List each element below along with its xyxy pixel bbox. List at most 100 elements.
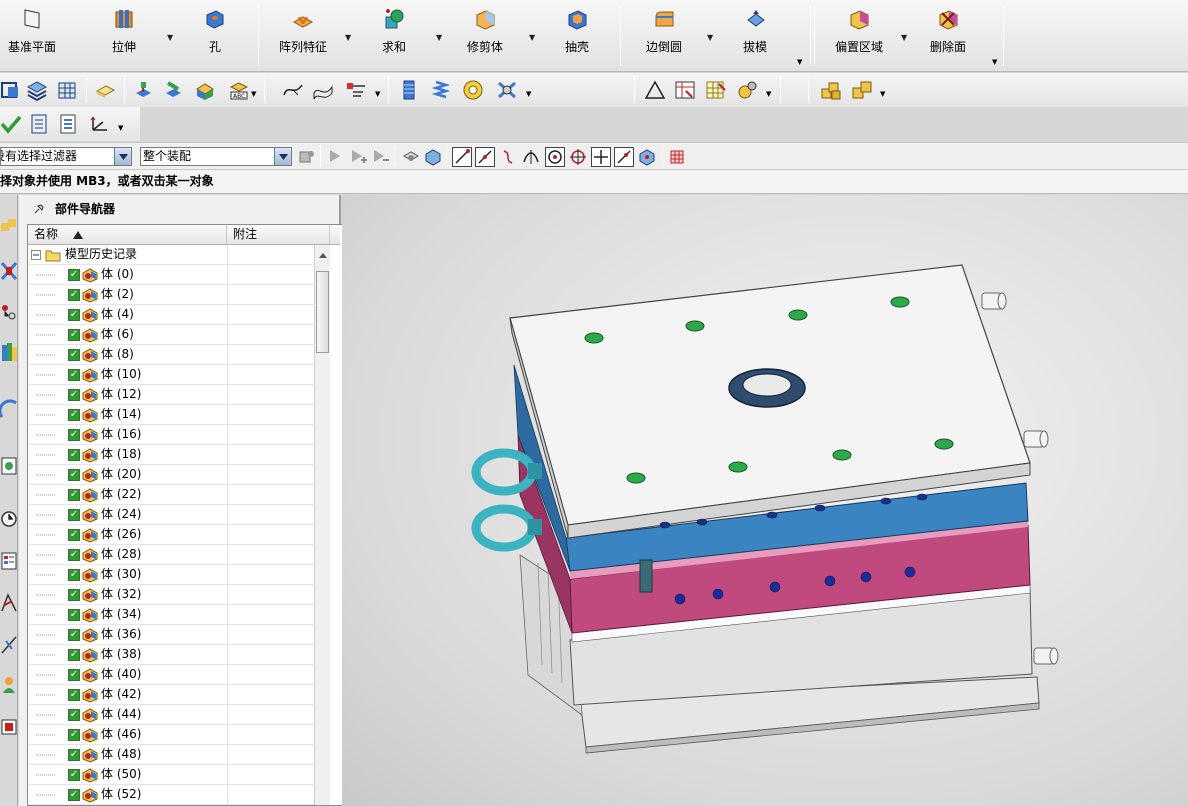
snap-endpoint-button[interactable] xyxy=(452,147,472,167)
replace-face-icon[interactable] xyxy=(162,79,184,101)
note-column-header[interactable]: 附注 xyxy=(227,225,330,244)
visibility-checkbox[interactable]: ✓ xyxy=(68,769,80,781)
visibility-checkbox[interactable]: ✓ xyxy=(68,369,80,381)
tree-item-body[interactable]: ✓ 体 (46) xyxy=(28,725,314,745)
blend-dropdown-icon[interactable]: ▼ xyxy=(707,33,713,42)
visibility-checkbox[interactable]: ✓ xyxy=(68,689,80,701)
visibility-checkbox[interactable]: ✓ xyxy=(68,469,80,481)
extrude-button[interactable]: 拉伸 xyxy=(104,6,144,66)
select-remove-icon[interactable] xyxy=(372,148,390,166)
roles-analysis-tab-icon[interactable] xyxy=(0,631,18,659)
visibility-checkbox[interactable]: ✓ xyxy=(68,669,80,681)
visibility-checkbox[interactable]: ✓ xyxy=(68,649,80,661)
palette-tab-icon[interactable] xyxy=(0,713,18,741)
process-studio-tab-icon[interactable] xyxy=(0,589,18,617)
visibility-checkbox[interactable]: ✓ xyxy=(68,309,80,321)
selection-scope-dropdown[interactable]: 整个装配 xyxy=(140,147,292,166)
tree-item-body[interactable]: ✓ 体 (24) xyxy=(28,505,314,525)
visibility-checkbox[interactable]: ✓ xyxy=(68,449,80,461)
select-tool-icon[interactable] xyxy=(328,148,346,166)
select-face-icon[interactable] xyxy=(424,148,442,166)
tree-item-body[interactable]: ✓ 体 (32) xyxy=(28,585,314,605)
snap-arc-center-button[interactable] xyxy=(545,147,565,167)
system-materials-tab-icon[interactable] xyxy=(0,547,18,575)
history-tab-icon[interactable] xyxy=(0,452,18,480)
tree-item-body[interactable]: ✓ 体 (26) xyxy=(28,525,314,545)
part-navigator-tab-icon[interactable] xyxy=(0,298,18,326)
cylinder-icon[interactable] xyxy=(56,79,78,101)
gears-dropdown-icon[interactable]: ▼ xyxy=(766,90,771,98)
tree-item-body[interactable]: ✓ 体 (20) xyxy=(28,465,314,485)
resize-face-icon[interactable] xyxy=(194,79,216,101)
unite-dropdown-icon[interactable]: ▼ xyxy=(436,33,442,42)
visibility-checkbox[interactable]: ✓ xyxy=(68,789,80,801)
csys-dropdown-icon[interactable]: ▼ xyxy=(118,124,123,132)
thread-icon[interactable] xyxy=(398,79,420,101)
chevron-down-icon[interactable] xyxy=(114,148,131,165)
tree-item-body[interactable]: ✓ 体 (0) xyxy=(28,265,314,285)
extrude-dropdown-icon[interactable]: ▼ xyxy=(167,33,173,42)
triangle-icon[interactable] xyxy=(644,79,666,101)
snap-on-face-icon[interactable] xyxy=(638,148,656,166)
datum-plane-button[interactable]: 基准平面 xyxy=(6,6,58,66)
tree-item-body[interactable]: ✓ 体 (48) xyxy=(28,745,314,765)
scroll-up-icon[interactable] xyxy=(316,249,330,263)
mold-assembly-model[interactable] xyxy=(342,195,1188,806)
annotation-dropdown-icon[interactable]: ▼ xyxy=(251,90,256,98)
feature-filter-icon[interactable] xyxy=(298,148,316,166)
checklist-icon[interactable] xyxy=(28,113,50,135)
scrollbar-thumb[interactable] xyxy=(316,271,329,353)
annotation-icon[interactable]: ABC xyxy=(228,79,250,101)
tree-item-body[interactable]: ✓ 体 (22) xyxy=(28,485,314,505)
grid-edit-icon[interactable] xyxy=(705,79,727,101)
layers-icon[interactable] xyxy=(26,79,48,101)
surface-icon[interactable] xyxy=(312,79,334,101)
assembly-dropdown-icon[interactable]: ▼ xyxy=(880,90,885,98)
visibility-checkbox[interactable]: ✓ xyxy=(68,749,80,761)
wrap-dropdown-icon[interactable]: ▼ xyxy=(526,90,531,98)
reuse-library-tab-icon[interactable] xyxy=(0,339,18,367)
tree-item-body[interactable]: ✓ 体 (40) xyxy=(28,665,314,685)
vertical-scrollbar[interactable] xyxy=(314,245,330,805)
offset-face-icon[interactable] xyxy=(94,79,116,101)
pattern-dropdown-icon[interactable]: ▼ xyxy=(345,33,351,42)
snap-control-point-icon[interactable] xyxy=(500,148,518,166)
visibility-checkbox[interactable]: ✓ xyxy=(68,529,80,541)
check-icon[interactable] xyxy=(0,113,22,135)
shell-button[interactable]: 抽壳 xyxy=(562,6,592,66)
delete-face-button[interactable]: 删除面 xyxy=(928,6,968,66)
clock-tab-icon[interactable] xyxy=(0,505,18,533)
tree-item-body[interactable]: ✓ 体 (4) xyxy=(28,305,314,325)
visibility-checkbox[interactable]: ✓ xyxy=(68,729,80,741)
name-column-header[interactable]: 名称 xyxy=(28,225,227,244)
tree-item-body[interactable]: ✓ 体 (44) xyxy=(28,705,314,725)
curve-icon[interactable] xyxy=(282,79,304,101)
tree-item-body[interactable]: ✓ 体 (38) xyxy=(28,645,314,665)
select-add-icon[interactable] xyxy=(350,148,368,166)
trim-dropdown-icon[interactable]: ▼ xyxy=(529,33,535,42)
tree-item-body[interactable]: ✓ 体 (12) xyxy=(28,385,314,405)
snap-quadrant-icon[interactable] xyxy=(569,148,587,166)
snap-on-curve-button[interactable] xyxy=(614,147,634,167)
gasket-icon[interactable] xyxy=(462,79,484,101)
move-face-icon[interactable] xyxy=(132,79,154,101)
roles-tab-icon[interactable] xyxy=(0,671,18,699)
chevron-down-icon[interactable] xyxy=(274,148,291,165)
visibility-checkbox[interactable]: ✓ xyxy=(68,569,80,581)
tree-root-model-history[interactable]: 模型历史记录 xyxy=(28,245,314,265)
web-browser-tab-icon[interactable] xyxy=(0,395,18,423)
trim-body-button[interactable]: 修剪体 xyxy=(466,6,504,66)
hole-button[interactable]: 孔 xyxy=(200,6,230,66)
visibility-checkbox[interactable]: ✓ xyxy=(68,509,80,521)
tree-item-body[interactable]: ✓ 体 (52) xyxy=(28,785,314,805)
component-icon[interactable] xyxy=(851,79,873,101)
offset-region-button[interactable]: 偏置区域 xyxy=(832,6,886,66)
visibility-checkbox[interactable]: ✓ xyxy=(68,289,80,301)
snap-existing-point-button[interactable] xyxy=(591,147,611,167)
constraint-navigator-tab-icon[interactable] xyxy=(0,257,18,285)
tree-item-body[interactable]: ✓ 体 (30) xyxy=(28,565,314,585)
ribbon-more-icon[interactable]: ▼ xyxy=(992,58,997,66)
snap-intersection-icon[interactable] xyxy=(522,148,540,166)
visibility-checkbox[interactable]: ✓ xyxy=(68,409,80,421)
type-filter-dropdown[interactable]: 没有选择过滤器 xyxy=(0,147,132,166)
